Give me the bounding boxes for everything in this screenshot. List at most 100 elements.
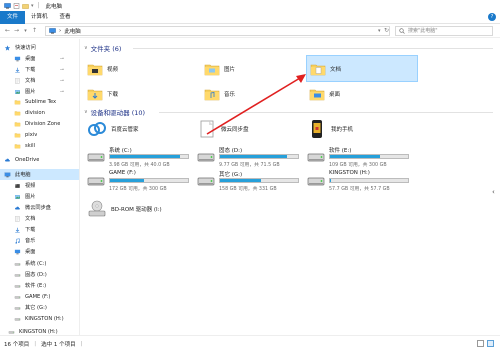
tab-file[interactable]: 文件 [0, 10, 26, 24]
address-field[interactable]: › 此电脑 [45, 26, 390, 36]
picture-icon [15, 89, 20, 94]
sidebar-item[interactable]: 软件 (E:) [0, 280, 79, 291]
sidebar-item[interactable]: division [0, 107, 79, 118]
sidebar-item[interactable]: Sublime Tex [0, 96, 79, 107]
bd-rom-drive-item[interactable]: BD-ROM 驱动器 (I:) [84, 197, 194, 221]
folders-group-header[interactable]: ∨ 文件夹 (6) [84, 43, 121, 53]
sidebar-item[interactable]: KINGSTON (H:) [0, 313, 79, 324]
customize-toolbar-icon[interactable]: ▾ [31, 3, 34, 9]
folder-item[interactable]: 视频 [84, 56, 199, 81]
phone-icon [312, 120, 322, 138]
status-bar: 16 个项目 | 选中 1 个项目 | [0, 335, 500, 351]
document-icon [15, 77, 20, 84]
sidebar-item[interactable]: 其它 (G:) [0, 302, 79, 313]
navigation-pane[interactable]: 快速访问 桌面 ⊸ 下载 ⊸ 文档 ⊸ 图片 ⊸ Sublime Tex division Divis… [0, 39, 80, 335]
forward-button[interactable]: → [12, 26, 21, 36]
back-button[interactable]: ← [3, 26, 12, 36]
breadcrumb-separator: › [59, 28, 62, 34]
device-item[interactable]: 微云同步盘 [194, 117, 304, 141]
sidebar-item[interactable]: GAME (F:) [0, 291, 79, 302]
sidebar-item-label: Sublime Tex [25, 98, 57, 105]
sidebar-item-label: 下载 [25, 227, 36, 233]
sidebar-item[interactable]: OneDrive [0, 154, 79, 165]
new-folder-icon[interactable] [22, 3, 29, 9]
sidebar-item[interactable]: 下载 ⊸ [0, 64, 79, 75]
drive-item[interactable]: 软件 (E:) 109 GB 可用，共 300 GB [304, 145, 409, 169]
download-icon [15, 67, 20, 72]
large-icons-view-icon[interactable] [487, 340, 494, 347]
video-folder-icon [87, 64, 103, 75]
drive-item[interactable]: 其它 (G:) 158 GB 可用，共 331 GB [194, 169, 299, 193]
download-icon [15, 227, 20, 232]
selected-count: 选中 1 个项目 [41, 341, 76, 348]
sidebar-item[interactable]: 文档 ⊸ [0, 75, 79, 86]
devices-group-header[interactable]: ∨ 设备和驱动器 (10) [84, 107, 145, 117]
device-item[interactable]: 百度云管家 [84, 117, 194, 141]
folder-label: 下载 [107, 91, 119, 98]
drive-usage-bar [109, 178, 189, 183]
sidebar-item[interactable]: KINGSTON (H:) [0, 326, 79, 335]
folder-label: 桌面 [329, 91, 341, 98]
chevron-down-icon[interactable]: ∨ [84, 109, 88, 115]
up-button[interactable]: ↑ [30, 26, 39, 36]
drive-free-space: 109 GB 可用，共 300 GB [329, 163, 387, 168]
folder-item[interactable]: 音乐 [201, 81, 316, 106]
folder-item[interactable]: 图片 [201, 56, 316, 81]
folder-label: 音乐 [224, 91, 236, 98]
sidebar-item[interactable]: 固态 (D:) [0, 269, 79, 280]
properties-icon[interactable] [13, 2, 20, 9]
folder-item[interactable]: 文档 [306, 55, 418, 82]
address-bar-row: ← → ▾ ↑ › 此电脑 ▾ ↻ 搜索"此电脑" [0, 24, 500, 38]
folder-item[interactable]: 下载 [84, 81, 199, 106]
sidebar-item[interactable]: 音乐 [0, 235, 79, 246]
sidebar-item[interactable]: 视频 [0, 180, 79, 191]
drive-item[interactable]: GAME (F:) 172 GB 可用，共 300 GB [84, 169, 189, 193]
sidebar-item[interactable]: 微云同步盘 [0, 202, 79, 213]
drive-free-space: 158 GB 可用，共 331 GB [219, 187, 277, 192]
music-folder-icon [204, 89, 220, 100]
sidebar-item[interactable]: 此电脑 [0, 169, 79, 180]
folder-icon [14, 110, 21, 115]
help-button[interactable]: ? [488, 13, 496, 21]
breadcrumb-this-pc[interactable]: 此电脑 [64, 27, 81, 35]
refresh-icon[interactable]: ↻ [384, 27, 389, 34]
folder-item[interactable]: 桌面 [306, 81, 421, 106]
tab-computer[interactable]: 计算机 [25, 11, 54, 24]
pin-icon: ⊸ [59, 88, 64, 95]
drive-item[interactable]: 固态 (D:) 9.77 GB 可用，共 71.5 GB [194, 145, 299, 169]
sidebar-item[interactable]: 文档 [0, 213, 79, 224]
sidebar-item[interactable]: Division Zone [0, 118, 79, 129]
device-item[interactable]: 我的手机 [304, 117, 414, 141]
drive-name: 固态 (D:) [219, 148, 243, 154]
sidebar-item-label: 图片 [25, 89, 36, 95]
music-icon [15, 237, 20, 244]
tab-view[interactable]: 查看 [54, 11, 77, 24]
picture-icon [15, 194, 20, 199]
drive-item[interactable]: KINGSTON (H:) 57.7 GB 可用，共 57.7 GB [304, 169, 409, 193]
sidebar-item[interactable]: 系统 (C:) [0, 258, 79, 269]
pin-icon: ⊸ [59, 66, 64, 73]
chevron-down-icon[interactable]: ∨ [84, 45, 88, 51]
drive-item[interactable]: 系统 (C:) 3.98 GB 可用，共 40.0 GB [84, 145, 189, 169]
sidebar-item[interactable]: 桌面 ⊸ [0, 53, 79, 64]
address-dropdown-icon[interactable]: ▾ [378, 28, 381, 34]
pin-icon: ⊸ [59, 55, 64, 62]
details-view-icon[interactable] [477, 340, 484, 347]
sidebar-item[interactable]: 快速访问 [0, 42, 79, 53]
drive-free-space: 57.7 GB 可用，共 57.7 GB [329, 187, 390, 192]
desktop-icon [14, 56, 21, 61]
chevron-left-icon[interactable]: ‹ [492, 188, 495, 196]
recent-locations-icon[interactable]: ▾ [21, 26, 30, 36]
divider [133, 48, 493, 49]
drive-name: KINGSTON (H:) [329, 170, 370, 176]
sidebar-item[interactable]: 图片 [0, 191, 79, 202]
folders-group-title: 文件夹 (6) [90, 45, 122, 53]
sidebar-item[interactable]: 下载 [0, 224, 79, 235]
sidebar-item-label: 其它 (G:) [25, 305, 47, 311]
sidebar-item[interactable]: 桌面 [0, 246, 79, 257]
window-title: 此电脑 [45, 3, 63, 10]
search-field[interactable]: 搜索"此电脑" [395, 26, 493, 36]
sidebar-item-label: pixiv [25, 131, 38, 138]
sidebar-item[interactable]: skill [0, 140, 79, 151]
sidebar-item[interactable]: pixiv [0, 129, 79, 140]
